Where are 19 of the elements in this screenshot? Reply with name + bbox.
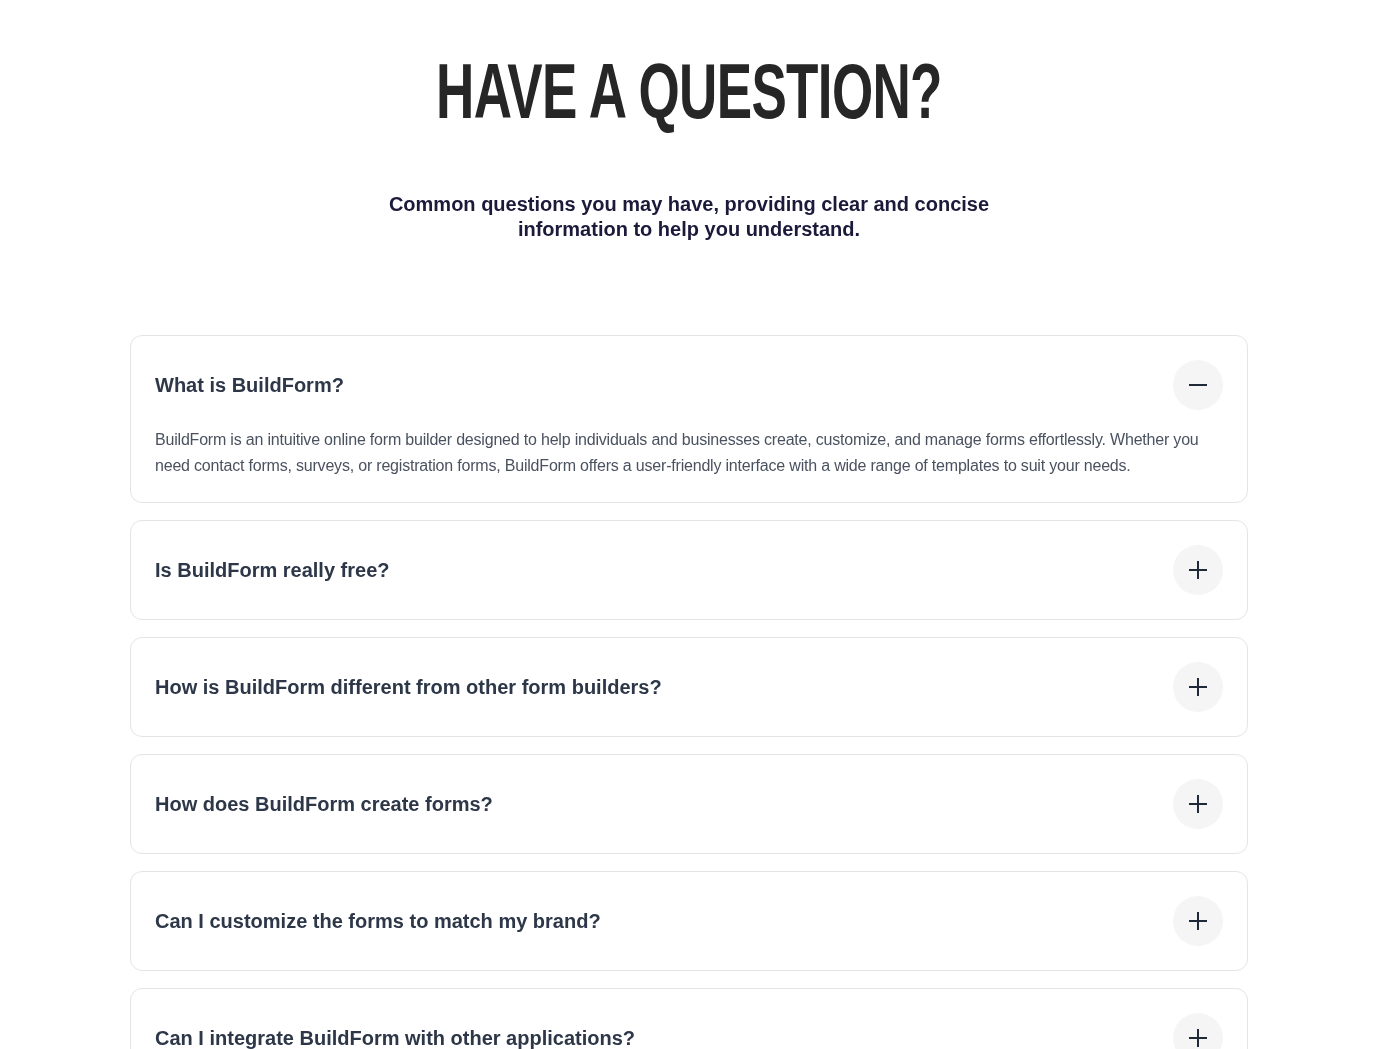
faq-question[interactable]: Can I customize the forms to match my brand? xyxy=(155,906,601,937)
expand-button[interactable] xyxy=(1173,1013,1223,1049)
plus-icon xyxy=(1189,561,1207,580)
faq-question[interactable]: How does BuildForm create forms? xyxy=(155,789,493,820)
expand-button[interactable] xyxy=(1173,896,1223,947)
expand-button[interactable] xyxy=(1173,779,1223,830)
plus-icon xyxy=(1189,795,1207,814)
plus-icon xyxy=(1189,678,1207,697)
faq-question[interactable]: Can I integrate BuildForm with other applications? xyxy=(155,1023,636,1049)
faq-question[interactable]: How is BuildForm different from other form builders? xyxy=(155,672,662,703)
page-subtitle: Common questions you may have, providing clear and concise information to help you understand. xyxy=(387,192,991,242)
plus-icon xyxy=(1189,912,1207,931)
faq-question[interactable]: Is BuildForm really free? xyxy=(155,555,390,586)
minus-icon xyxy=(1189,384,1207,386)
expand-button[interactable] xyxy=(1173,662,1223,713)
expand-button[interactable] xyxy=(1173,545,1223,596)
faq-answer: BuildForm is an intuitive online form builder designed to help individuals and businesses create, customize, and manage forms effortlessly. Whether you need contact forms, surveys, or registration forms, BuildForm offers a user-friendly interface with a wide range of templates to suit your needs. xyxy=(155,430,1200,476)
faq-question[interactable]: What is BuildForm? xyxy=(155,370,344,400)
plus-icon xyxy=(1189,1029,1207,1048)
